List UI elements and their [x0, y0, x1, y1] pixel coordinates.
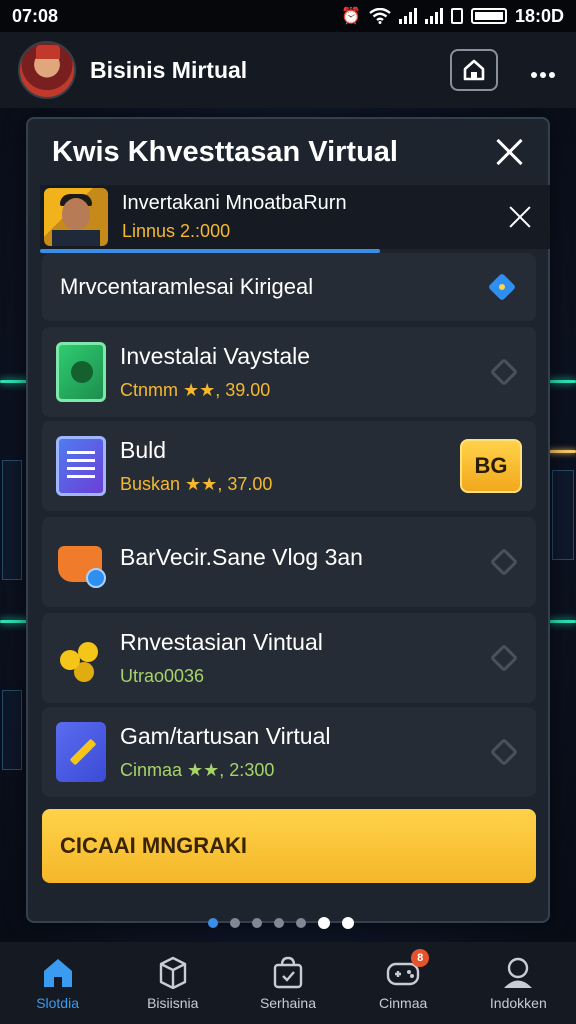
item-subtitle: Cinmaa ★★, 2:300 [120, 760, 275, 780]
modal-header: Kwis Khvesttasan Virtual [28, 119, 548, 185]
green-app-icon [56, 342, 106, 402]
page-indicator [208, 917, 354, 929]
alarm-icon: ⏰ [341, 8, 361, 25]
item-text: Gam/tartusan Virtual Cinmaa ★★, 2:300 [120, 723, 494, 781]
nav-label: Bisiisnia [147, 995, 199, 1011]
wifi-icon [369, 8, 391, 24]
page-dot[interactable] [274, 918, 284, 928]
status-time: 07:08 [12, 5, 59, 26]
page-dot[interactable] [208, 918, 218, 928]
chevron-right-icon [489, 643, 519, 673]
page-dot[interactable] [230, 918, 240, 928]
chevron-right-icon [489, 547, 519, 577]
more-options-button[interactable] [528, 55, 558, 86]
document-list-icon [56, 436, 106, 496]
item-subtitle: Buskan ★★, 37.00 [120, 474, 273, 494]
page-dot[interactable] [252, 918, 262, 928]
diamond-icon [487, 272, 517, 302]
avatar[interactable] [18, 41, 76, 99]
bag-icon [270, 955, 306, 989]
chevron-right-icon [489, 737, 519, 767]
home-icon [463, 59, 485, 81]
item-subtitle: Utrao0036 [120, 666, 205, 686]
nav-item-gamepad[interactable]: 8 Cinmaa [353, 949, 453, 1011]
gamepad-icon: 8 [385, 949, 430, 989]
home-button[interactable] [450, 49, 498, 91]
nav-label: Indokken [489, 995, 547, 1011]
modal-title: Kwis Khvesttasan Virtual [52, 135, 398, 168]
bucket-icon [56, 532, 106, 592]
category-row[interactable]: Mrvcentaramlesai Kirigeal [42, 253, 536, 321]
notification-title: Invertakani MnoatbaRurn [122, 192, 347, 214]
page-dot[interactable] [296, 918, 306, 928]
investment-item[interactable]: BarVecir.Sane Vlog 3an [42, 517, 536, 607]
item-text: Buld Buskan ★★, 37.00 [120, 437, 460, 495]
nav-item-home[interactable]: Slotdia [8, 955, 108, 1011]
nav-item-bag[interactable]: Serhaina [238, 955, 338, 1011]
nav-label: Cinmaa [379, 995, 428, 1011]
cta-label: CICAAI MNGRAKI [60, 833, 247, 858]
investment-item[interactable]: Buld Buskan ★★, 37.00 BG [42, 421, 536, 511]
more-icon [531, 71, 555, 78]
page-dot[interactable] [318, 917, 330, 929]
item-subtitle: Ctnmm ★★, 39.00 [120, 380, 271, 400]
signal-icon-2 [424, 8, 443, 24]
profile-icon [500, 955, 536, 989]
pencil-icon [56, 722, 106, 782]
item-title: BarVecir.Sane Vlog 3an [120, 543, 363, 570]
investment-item[interactable]: Investalai Vaystale Ctnmm ★★, 39.00 [42, 327, 536, 417]
item-title: Rnvestasian Vintual [120, 629, 323, 655]
item-title: Buld [120, 437, 167, 463]
nav-label: Slotdia [36, 995, 79, 1011]
item-title: Gam/tartusan Virtual [120, 723, 331, 749]
item-text: Investalai Vaystale Ctnmm ★★, 39.00 [120, 343, 494, 401]
home-icon [40, 955, 76, 989]
notification-close-button[interactable] [508, 205, 532, 229]
bottom-navigation: Slotdia Bisiisnia Serhaina 8 Cinmaa Indo… [0, 942, 576, 1024]
notification-text: Invertakani MnoatbaRurn Linnus 2.:000 [122, 192, 508, 242]
coins-icon [56, 628, 106, 688]
page-dot[interactable] [342, 917, 354, 929]
nav-label: Serhaina [259, 995, 316, 1011]
investment-item[interactable]: Gam/tartusan Virtual Cinmaa ★★, 2:300 [42, 707, 536, 797]
notification-subtitle: Linnus 2.:000 [122, 221, 231, 241]
item-text: BarVecir.Sane Vlog 3an [120, 544, 494, 581]
notification-badge: 8 [411, 949, 430, 967]
chevron-right-icon [489, 357, 519, 387]
app-title: Bisinis Mirtual [90, 56, 248, 83]
category-label: Mrvcentaramlesai Kirigeal [60, 274, 314, 299]
sim-icon [450, 8, 463, 24]
battery-icon [470, 8, 507, 24]
status-bar: 07:08 ⏰ 18:0D [0, 0, 576, 32]
notification-avatar [44, 188, 108, 246]
status-clock: 18:0D [514, 5, 564, 26]
item-text: Rnvestasian Vintual Utrao0036 [120, 629, 494, 687]
item-title: Investalai Vaystale [120, 343, 311, 369]
nav-item-profile[interactable]: Indokken [468, 955, 568, 1011]
app-header: Bisinis Mirtual [0, 32, 576, 108]
status-icons: ⏰ 18:0D [341, 6, 564, 27]
box-icon [155, 955, 191, 990]
notification-banner[interactable]: Invertakani MnoatbaRurn Linnus 2.:000 [40, 185, 550, 249]
nav-item-box[interactable]: Bisiisnia [123, 955, 223, 1011]
signal-icon [398, 8, 417, 24]
investment-item[interactable]: Rnvestasian Vintual Utrao0036 [42, 613, 536, 703]
modal-close-button[interactable] [494, 137, 524, 167]
investment-modal: Kwis Khvesttasan Virtual Invertakani Mno… [26, 117, 550, 929]
cta-button[interactable]: CICAAI MNGRAKI [42, 809, 536, 883]
item-action-button[interactable]: BG [460, 439, 522, 493]
